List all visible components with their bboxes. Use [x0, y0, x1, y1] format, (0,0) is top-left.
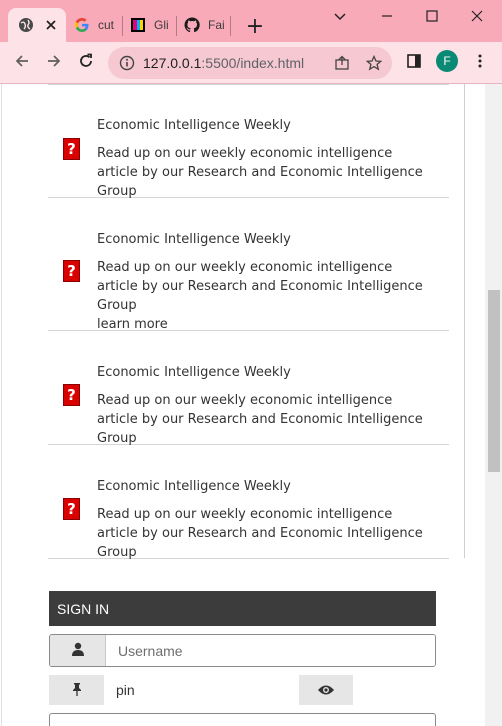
pin-addon [49, 675, 104, 705]
tab-glitch[interactable]: Gli [124, 8, 174, 42]
broken-image-icon: ? [63, 384, 80, 406]
tab-search-button[interactable] [323, 4, 357, 28]
github-icon [184, 17, 200, 33]
new-tab-button[interactable]: + [241, 12, 269, 40]
user-icon [71, 641, 85, 660]
news-item: ? Economic Intelligence Weekly Read up o… [48, 331, 449, 446]
pushpin-icon [71, 681, 83, 700]
address-bar[interactable]: 127.0.0.1:5500/index.html [108, 47, 392, 79]
news-panel-border [464, 84, 465, 558]
glitch-icon [130, 17, 146, 33]
broken-image-icon: ? [63, 138, 80, 160]
pin-group [49, 675, 254, 705]
eye-icon [317, 681, 335, 700]
signin-header: SIGN IN [49, 591, 436, 626]
news-item: ? Economic Intelligence Weekly Read up o… [48, 85, 449, 199]
url-host: 127.0.0.1 [143, 55, 202, 71]
close-window-button[interactable] [460, 4, 494, 28]
profile-avatar[interactable]: F [436, 50, 458, 72]
bookmark-star-icon[interactable] [365, 54, 383, 71]
menu-button[interactable] [466, 49, 494, 77]
news-item: ? Economic Intelligence Weekly Read up o… [48, 198, 449, 334]
tab-separator [122, 16, 123, 36]
tab-github[interactable]: Fai [178, 8, 228, 42]
news-title: Economic Intelligence Weekly [97, 232, 291, 247]
username-group [49, 634, 436, 667]
arrow-left-icon [14, 53, 30, 73]
tab-separator [230, 16, 231, 36]
news-body: Read up on our weekly economic intellige… [97, 507, 423, 560]
browser-toolbar: 127.0.0.1:5500/index.html [0, 42, 502, 84]
share-icon[interactable] [334, 55, 350, 71]
news-title: Economic Intelligence Weekly [97, 365, 291, 380]
tab-label: cut [98, 18, 115, 32]
broken-image-icon: ? [63, 498, 80, 520]
side-panel-button[interactable] [400, 49, 428, 77]
toggle-pin-visibility-button[interactable] [299, 675, 353, 705]
side-panel-icon [406, 53, 422, 73]
site-info-icon[interactable] [119, 55, 135, 71]
news-body: Read up on our weekly economic intellige… [97, 258, 437, 334]
news-title: Economic Intelligence Weekly [97, 479, 291, 494]
close-icon [471, 7, 483, 26]
learn-more-link[interactable]: learn more [97, 317, 168, 332]
arrow-right-icon [46, 53, 62, 73]
tab-active[interactable] [8, 8, 66, 42]
minimize-icon [381, 7, 393, 26]
browser-chrome: cut Gli Fai + 127.0.0.1:5500/index.html … [0, 0, 502, 84]
user-addon [50, 635, 106, 666]
username-input[interactable] [106, 635, 435, 666]
news-item: ? Economic Intelligence Weekly Read up o… [48, 445, 449, 560]
back-button[interactable] [8, 49, 36, 77]
news-body-text: Read up on our weekly economic intellige… [97, 260, 423, 313]
tab-label: Gli [154, 18, 169, 32]
tab-strip: cut Gli Fai + [0, 0, 502, 42]
url-text: 127.0.0.1:5500/index.html [143, 55, 304, 71]
kebab-menu-icon [477, 53, 483, 73]
url-path: :5500/index.html [201, 55, 305, 71]
minimize-button[interactable] [370, 4, 404, 28]
reload-icon [78, 53, 94, 73]
pin-input[interactable] [104, 675, 254, 705]
maximize-button[interactable] [415, 4, 449, 28]
reload-button[interactable] [72, 49, 100, 77]
google-icon [74, 17, 90, 33]
close-tab-icon[interactable] [44, 17, 58, 31]
chevron-down-icon [333, 7, 347, 26]
signin-field-partial[interactable] [49, 713, 436, 726]
maximize-icon [426, 7, 438, 26]
tab-separator [176, 16, 177, 36]
news-body: Read up on our weekly economic intellige… [97, 146, 423, 199]
tab-label: Fai [208, 18, 225, 32]
globe-icon [18, 17, 34, 33]
tab-cut[interactable]: cut [70, 8, 118, 42]
broken-image-icon: ? [63, 260, 80, 282]
page-scrollbar-thumb[interactable] [488, 290, 500, 472]
news-title: Economic Intelligence Weekly [97, 118, 291, 133]
news-body: Read up on our weekly economic intellige… [97, 393, 423, 446]
forward-button[interactable] [40, 49, 68, 77]
